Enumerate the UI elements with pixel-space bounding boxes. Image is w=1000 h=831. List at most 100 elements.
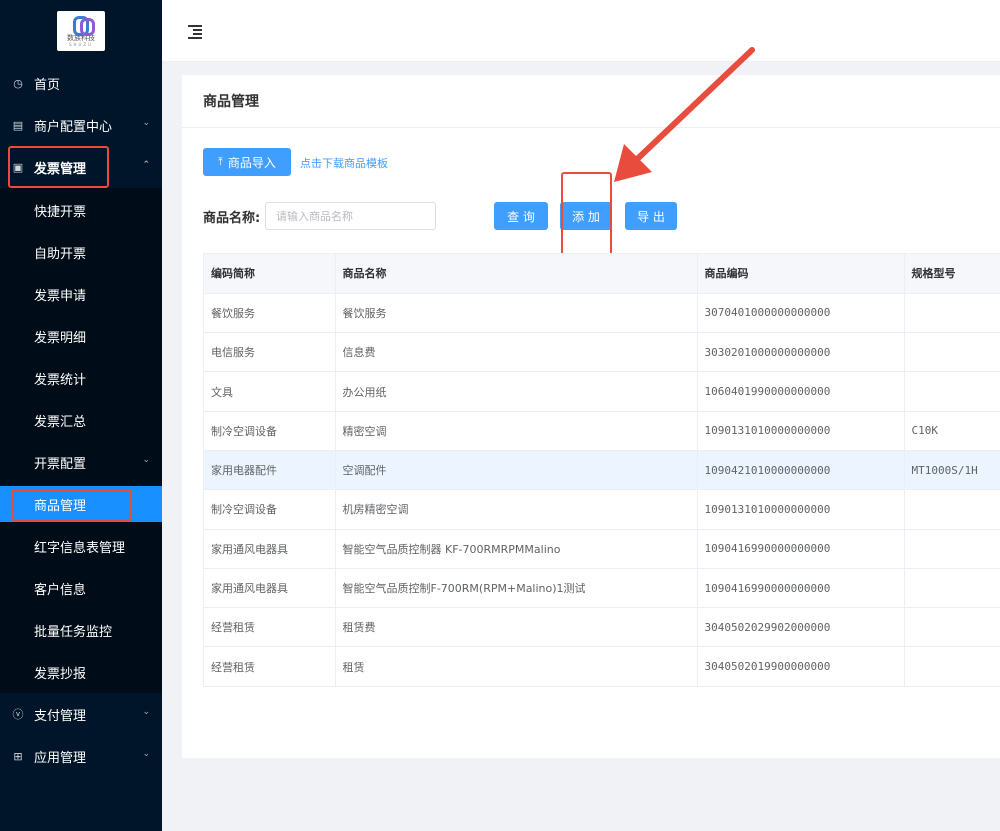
sidebar-item-label: 批量任务监控 [34, 624, 113, 640]
table-row[interactable]: 家用通风电器具 智能空气品质控制F-700RM(RPM+Malino)1测试 1… [204, 568, 1000, 609]
cell-product-name: 智能空气品质控制器 KF-700RMRPMMalino [335, 529, 698, 569]
cell-code-abbr: 制冷空调设备 [204, 489, 336, 530]
table-row[interactable]: 电信服务 信息费 3030201000000000000 [204, 332, 1000, 373]
sidebar-item-label: 发票汇总 [34, 414, 87, 430]
cell-product-name: 空调配件 [335, 450, 698, 491]
chevron-down-icon: ⌄ [142, 749, 150, 759]
cell-code-abbr: 电信服务 [204, 332, 336, 373]
sidebar-item-label: 商品管理 [34, 498, 87, 514]
cell-product-code: 1090131010000000000 [697, 489, 905, 530]
export-button[interactable]: 导 出 [625, 202, 677, 230]
company-logo[interactable]: 数族科技 SHUZU [57, 11, 105, 51]
sidebar-item-batch-task-monitor[interactable]: 批量任务监控 [0, 610, 162, 650]
cell-product-name: 精密空调 [335, 411, 698, 451]
sidebar-item-merchant-config[interactable]: ▤ 商户配置中心 ⌄ [0, 105, 162, 145]
cell-spec [904, 489, 1000, 530]
cell-spec [904, 332, 1000, 373]
chevron-down-icon: ⌄ [142, 118, 150, 128]
cell-product-name: 办公用纸 [335, 371, 698, 412]
sidebar-item-invoice-apply[interactable]: 发票申请 [0, 274, 162, 314]
download-template-link[interactable]: 点击下载商品模板 [300, 155, 388, 171]
cell-product-code: 3030201000000000000 [697, 332, 905, 373]
sidebar-item-label: 支付管理 [34, 708, 87, 724]
cell-code-abbr: 文具 [204, 371, 336, 412]
table-header-row: 编码简称 商品名称 商品编码 规格型号 [204, 254, 1000, 294]
table-row[interactable]: 经营租赁 租赁 3040502019900000000 [204, 646, 1000, 687]
apps-icon: ⊞ [13, 749, 23, 763]
sidebar-item-app-management[interactable]: ⊞ 应用管理 ⌄ [0, 736, 162, 776]
add-button[interactable]: 添 加 [560, 202, 612, 230]
cell-product-code: 1090421010000000000 [697, 450, 905, 491]
sidebar: 数族科技 SHUZU ◷ 首页 ▤ 商户配置中心 ⌄ ▣ 发票管理 ⌃ 快捷开票… [0, 0, 162, 831]
cell-code-abbr: 制冷空调设备 [204, 411, 336, 451]
cell-spec [904, 529, 1000, 569]
sidebar-item-label: 开票配置 [34, 456, 87, 472]
sidebar-item-invoice-stats[interactable]: 发票统计 [0, 358, 162, 398]
search-label: 商品名称: [203, 211, 261, 226]
column-header-product-name[interactable]: 商品名称 [335, 254, 698, 294]
invoice-icon: ▣ [12, 160, 24, 174]
menu-fold-icon[interactable] [188, 24, 202, 39]
product-name-input[interactable] [265, 202, 436, 230]
sidebar-item-label: 首页 [34, 77, 61, 93]
cell-code-abbr: 经营租赁 [204, 646, 336, 687]
column-header-spec[interactable]: 规格型号 [904, 254, 1000, 294]
column-header-product-code[interactable]: 商品编码 [697, 254, 905, 294]
sidebar-item-invoice-config[interactable]: 开票配置 ⌄ [0, 442, 162, 482]
cell-product-code: 1090416990000000000 [697, 529, 905, 569]
sidebar-item-label: 应用管理 [34, 750, 87, 766]
cell-code-abbr: 家用通风电器具 [204, 529, 336, 569]
sidebar-item-red-letter-info[interactable]: 红字信息表管理 [0, 526, 162, 566]
table-row[interactable]: 餐饮服务 餐饮服务 3070401000000000000 [204, 293, 1000, 334]
table-row-hovered[interactable]: 家用电器配件 空调配件 1090421010000000000 MT1000S/… [204, 450, 1000, 491]
sidebar-item-label: 商户配置中心 [34, 119, 113, 135]
sidebar-item-payment-management[interactable]: ⓥ 支付管理 ⌄ [0, 694, 162, 734]
store-config-icon: ▤ [12, 118, 24, 132]
cell-product-name: 租赁 [335, 646, 698, 687]
cell-product-name: 信息费 [335, 332, 698, 373]
sidebar-item-home[interactable]: ◷ 首页 [0, 63, 162, 103]
query-button[interactable]: 查 询 [494, 202, 548, 230]
sidebar-item-label: 自助开票 [34, 246, 87, 262]
cell-spec [904, 371, 1000, 412]
logo-subtext: SHUZU [68, 41, 94, 47]
sidebar-item-label: 发票管理 [34, 161, 87, 177]
table-row[interactable]: 经营租赁 租赁费 3040502029902000000 [204, 607, 1000, 648]
sidebar-item-invoice-management[interactable]: ▣ 发票管理 ⌃ [0, 147, 162, 187]
table-row[interactable]: 文具 办公用纸 1060401990000000000 [204, 371, 1000, 412]
table-row[interactable]: 制冷空调设备 精密空调 1090131010000000000 C10K [204, 411, 1000, 451]
cell-product-code: 1060401990000000000 [697, 371, 905, 412]
top-header [162, 0, 1000, 62]
sidebar-item-customer-info[interactable]: 客户信息 [0, 568, 162, 608]
cell-product-code: 1090416990000000000 [697, 568, 905, 609]
cell-product-code: 3070401000000000000 [697, 293, 905, 334]
sidebar-item-quick-invoice[interactable]: 快捷开票 [0, 190, 162, 230]
sidebar-item-product-management[interactable]: 商品管理 [0, 486, 162, 522]
cell-product-name: 餐饮服务 [335, 293, 698, 334]
sidebar-item-invoice-report[interactable]: 发票抄报 [0, 652, 162, 692]
cell-product-name: 智能空气品质控制F-700RM(RPM+Malino)1测试 [335, 568, 698, 609]
sidebar-item-label: 红字信息表管理 [34, 540, 126, 556]
cell-spec [904, 293, 1000, 334]
cell-product-code: 1090131010000000000 [697, 411, 905, 451]
import-products-button[interactable]: ⤒ 商品导入 [203, 148, 291, 176]
cell-code-abbr: 家用电器配件 [204, 450, 336, 491]
sidebar-item-invoice-summary[interactable]: 发票汇总 [0, 400, 162, 440]
column-header-code-abbr[interactable]: 编码简称 [204, 254, 336, 294]
sidebar-item-label: 发票抄报 [34, 666, 87, 682]
chevron-down-icon: ⌄ [142, 455, 150, 465]
table-row[interactable]: 家用通风电器具 智能空气品质控制器 KF-700RMRPMMalino 1090… [204, 529, 1000, 569]
cell-product-name: 机房精密空调 [335, 489, 698, 530]
sidebar-item-self-invoice[interactable]: 自助开票 [0, 232, 162, 272]
sidebar-item-invoice-detail[interactable]: 发票明细 [0, 316, 162, 356]
sidebar-item-label: 快捷开票 [34, 204, 87, 220]
cell-spec [904, 568, 1000, 609]
dashboard-icon: ◷ [13, 76, 23, 90]
cell-product-name: 租赁费 [335, 607, 698, 648]
logo-mark-icon [72, 15, 95, 36]
page-title: 商品管理 [182, 75, 1000, 128]
table-row[interactable]: 制冷空调设备 机房精密空调 1090131010000000000 [204, 489, 1000, 530]
cell-code-abbr: 家用通风电器具 [204, 568, 336, 609]
sidebar-item-label: 发票申请 [34, 288, 87, 304]
logo-area: 数族科技 SHUZU [0, 0, 162, 62]
